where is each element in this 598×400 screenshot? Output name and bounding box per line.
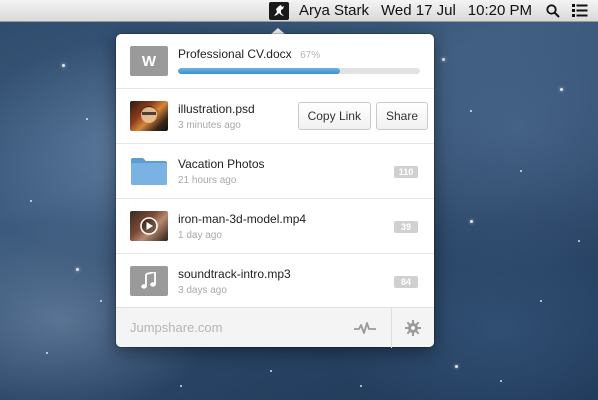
menubar-date[interactable]: Wed 17 Jul xyxy=(381,2,456,19)
jumpshare-link[interactable]: Jumpshare.com xyxy=(130,320,345,335)
jumpshare-kangaroo-icon[interactable] xyxy=(268,1,289,20)
upload-percent: 67% xyxy=(300,50,321,61)
file-row-soundtrack[interactable]: soundtrack-intro.mp3 3 days ago 84 xyxy=(116,254,434,309)
music-note-icon xyxy=(130,266,168,296)
file-row-illustration[interactable]: illustration.psd 3 minutes ago Copy Link… xyxy=(116,89,434,144)
file-row-vacation-photos[interactable]: Vacation Photos 21 hours ago 110 xyxy=(116,144,434,199)
video-thumbnail xyxy=(130,211,168,241)
view-count-badge: 84 xyxy=(394,276,418,288)
view-count-badge: 39 xyxy=(394,221,418,233)
menubar-user-name[interactable]: Arya Stark xyxy=(299,2,369,19)
file-type-letter: W xyxy=(141,52,157,70)
gear-icon[interactable] xyxy=(392,319,434,336)
menubar-time[interactable]: 10:20 PM xyxy=(468,2,532,19)
file-time: 3 minutes ago xyxy=(178,119,241,131)
file-row-iron-man-video[interactable]: iron-man-3d-model.mp4 1 day ago 39 xyxy=(116,199,434,254)
list-menu-icon[interactable] xyxy=(572,4,588,17)
copy-link-button[interactable]: Copy Link xyxy=(297,102,371,130)
share-button[interactable]: Share xyxy=(375,102,428,130)
upload-filename: Professional CV.docx xyxy=(178,47,292,61)
upload-row[interactable]: W Professional CV.docx 67% xyxy=(116,34,434,89)
file-name: illustration.psd xyxy=(178,101,255,116)
menu-bar: Arya Stark Wed 17 Jul 10:20 PM xyxy=(0,0,598,22)
image-thumbnail xyxy=(130,101,168,131)
jumpshare-popover: W Professional CV.docx 67% illustration.… xyxy=(116,34,434,348)
upload-progress-bar xyxy=(178,68,420,74)
search-icon[interactable] xyxy=(546,3,560,18)
popover-footer: Jumpshare.com xyxy=(116,307,434,348)
activity-pulse-icon[interactable] xyxy=(345,321,385,334)
view-count-badge: 110 xyxy=(394,166,418,178)
word-document-icon: W xyxy=(130,46,168,76)
upload-progress-fill xyxy=(178,68,341,74)
folder-icon xyxy=(130,156,168,186)
